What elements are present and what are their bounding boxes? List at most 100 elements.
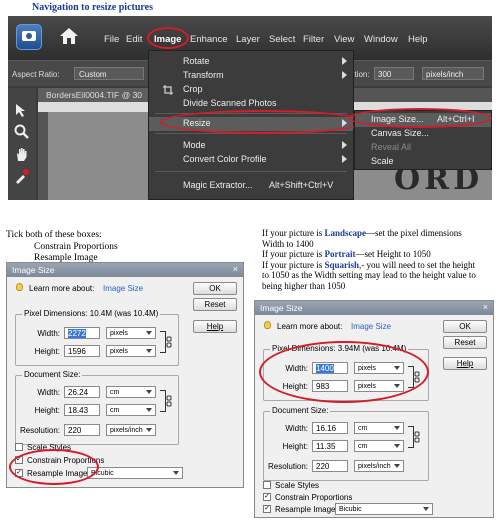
- menu-item-canvas-size[interactable]: Canvas Size...: [355, 127, 491, 141]
- menu-layer[interactable]: Layer: [236, 34, 260, 45]
- image-menu-highlight-ellipse: [147, 27, 189, 49]
- crop-icon: [163, 85, 173, 95]
- doc-height-input[interactable]: 11.35: [312, 440, 348, 452]
- dropdown-arrow-icon: [423, 507, 429, 511]
- doc-width-input[interactable]: 16.16: [312, 422, 348, 434]
- menu-item-divide-scanned-photos[interactable]: Divide Scanned Photos: [149, 97, 353, 111]
- doc-height-label: Height:: [282, 442, 308, 451]
- note-line: Width to 1400: [262, 238, 314, 249]
- dropdown-arrow-icon: [394, 426, 400, 430]
- pixel-dimensions-highlight-ellipse: [259, 341, 429, 403]
- menu-file[interactable]: File: [104, 34, 119, 45]
- learn-more-link[interactable]: Image Size: [103, 284, 143, 293]
- reset-button[interactable]: Reset: [443, 336, 487, 349]
- menu-separator: [155, 171, 347, 172]
- pixel-height-input[interactable]: 1596: [64, 345, 100, 357]
- menu-item-scale[interactable]: Scale: [355, 155, 491, 169]
- submenu-arrow-icon: [342, 141, 347, 149]
- eyedropper-tool-icon[interactable]: [14, 168, 30, 184]
- reset-button[interactable]: Reset: [193, 298, 237, 311]
- doc-width-input[interactable]: 26.24: [64, 386, 100, 398]
- doc-height-unit-select[interactable]: cm: [354, 440, 404, 452]
- camera-lens-icon: [26, 33, 32, 39]
- resolution-unit-select[interactable]: pixels/inch: [106, 424, 156, 436]
- resample-image-label: Resample Image:: [275, 505, 338, 514]
- resolution-input[interactable]: 220: [64, 424, 100, 436]
- chain-link-icon: [166, 336, 172, 348]
- ok-button[interactable]: OK: [443, 320, 487, 333]
- note-emphasis: Portrait: [324, 249, 356, 259]
- menu-item-crop[interactable]: Crop: [149, 83, 353, 97]
- doc-width-unit-select[interactable]: cm: [354, 422, 404, 434]
- menu-window[interactable]: Window: [364, 34, 398, 45]
- menu-select[interactable]: Select: [269, 34, 295, 45]
- doc-height-input[interactable]: 18.43: [64, 404, 100, 416]
- note-emphasis: Landscape: [324, 228, 366, 238]
- dropdown-arrow-icon: [146, 408, 152, 412]
- resolution-unit-select[interactable]: pixels/inch: [354, 460, 404, 472]
- submenu-arrow-icon: [342, 155, 347, 163]
- menu-item-transform[interactable]: Transform: [149, 69, 353, 83]
- unit-value: pixels/inch: [110, 427, 143, 434]
- dropdown-arrow-icon: [394, 444, 400, 448]
- close-icon[interactable]: ×: [233, 264, 238, 274]
- document-size-group: Document Size: Width: 16.16 cm Height: 1…: [263, 406, 429, 481]
- menu-edit[interactable]: Edit: [126, 34, 142, 45]
- close-icon[interactable]: ×: [483, 302, 488, 312]
- scale-styles-checkbox[interactable]: [263, 481, 271, 489]
- dialog-title: Image Size: [12, 265, 55, 275]
- resolution-input[interactable]: 220: [312, 460, 348, 472]
- resample-method-select[interactable]: Bicubic: [87, 467, 183, 479]
- note-text: ,- you will need to set the height: [359, 259, 475, 270]
- aspect-ratio-label: Aspect Ratio:: [12, 70, 60, 79]
- hand-tool-icon[interactable]: [14, 146, 30, 162]
- resample-image-checkbox[interactable]: ✓: [263, 505, 271, 513]
- pixel-width-input[interactable]: 2272: [64, 327, 100, 339]
- scale-styles-label: Scale Styles: [275, 481, 320, 490]
- unit-value: cm: [110, 407, 120, 414]
- menu-view[interactable]: View: [334, 34, 354, 45]
- constrain-proportions-checkbox[interactable]: ✓: [263, 493, 271, 501]
- help-button[interactable]: Help: [443, 357, 487, 370]
- dropdown-arrow-icon: [173, 471, 179, 475]
- dropdown-arrow-icon: [146, 390, 152, 394]
- aspect-ratio-value: Custom: [79, 70, 107, 79]
- resolution-input[interactable]: 300: [374, 67, 414, 80]
- doc-height-unit-select[interactable]: cm: [106, 404, 156, 416]
- menu-enhance[interactable]: Enhance: [190, 34, 228, 45]
- ok-button[interactable]: OK: [193, 282, 237, 295]
- editor-screenshot: File Edit Image Enhance Layer Select Fil…: [8, 16, 492, 200]
- pixel-width-value: 2272: [68, 329, 86, 338]
- menu-filter[interactable]: Filter: [303, 34, 324, 45]
- doc-width-label: Width:: [285, 424, 308, 433]
- chain-link-icon: [166, 395, 172, 407]
- document-size-title: Document Size:: [270, 406, 331, 415]
- unit-value: cm: [358, 443, 368, 450]
- note-text: —set the pixel dimensions: [366, 228, 462, 238]
- learn-more-link[interactable]: Image Size: [351, 322, 391, 331]
- resample-method-select[interactable]: Bicubic: [335, 503, 433, 515]
- resample-method-value: Bicubic: [339, 506, 362, 513]
- menu-item-magic-extractor[interactable]: Magic Extractor... Alt+Shift+Ctrl+V: [149, 179, 353, 193]
- home-icon[interactable]: [58, 26, 80, 46]
- pixel-width-unit-select[interactable]: pixels: [106, 327, 156, 339]
- help-button[interactable]: Help: [193, 320, 237, 333]
- menu-item-label: Scale: [371, 156, 394, 166]
- dropdown-arrow-icon: [394, 464, 400, 468]
- menu-help[interactable]: Help: [408, 34, 428, 45]
- pixel-height-unit-select[interactable]: pixels: [106, 345, 156, 357]
- page-heading: Navigation to resize pictures: [32, 2, 154, 13]
- menu-item-rotate[interactable]: Rotate: [149, 55, 353, 69]
- move-tool-icon[interactable]: [14, 102, 30, 118]
- resolution-unit-select[interactable]: pixels/inch: [422, 67, 484, 80]
- menu-item-mode[interactable]: Mode: [149, 139, 353, 153]
- document-size-title: Document Size:: [22, 370, 83, 379]
- doc-width-unit-select[interactable]: cm: [106, 386, 156, 398]
- unit-value: cm: [358, 425, 368, 432]
- organizer-camera-button[interactable]: [16, 24, 42, 50]
- zoom-tool-icon[interactable]: [14, 124, 30, 140]
- scale-styles-checkbox[interactable]: [15, 443, 23, 451]
- menu-item-convert-color-profile[interactable]: Convert Color Profile: [149, 153, 353, 167]
- aspect-ratio-select[interactable]: Custom: [74, 67, 144, 80]
- pixel-dimensions-title: Pixel Dimensions: 10.4M (was 10.4M): [22, 309, 161, 318]
